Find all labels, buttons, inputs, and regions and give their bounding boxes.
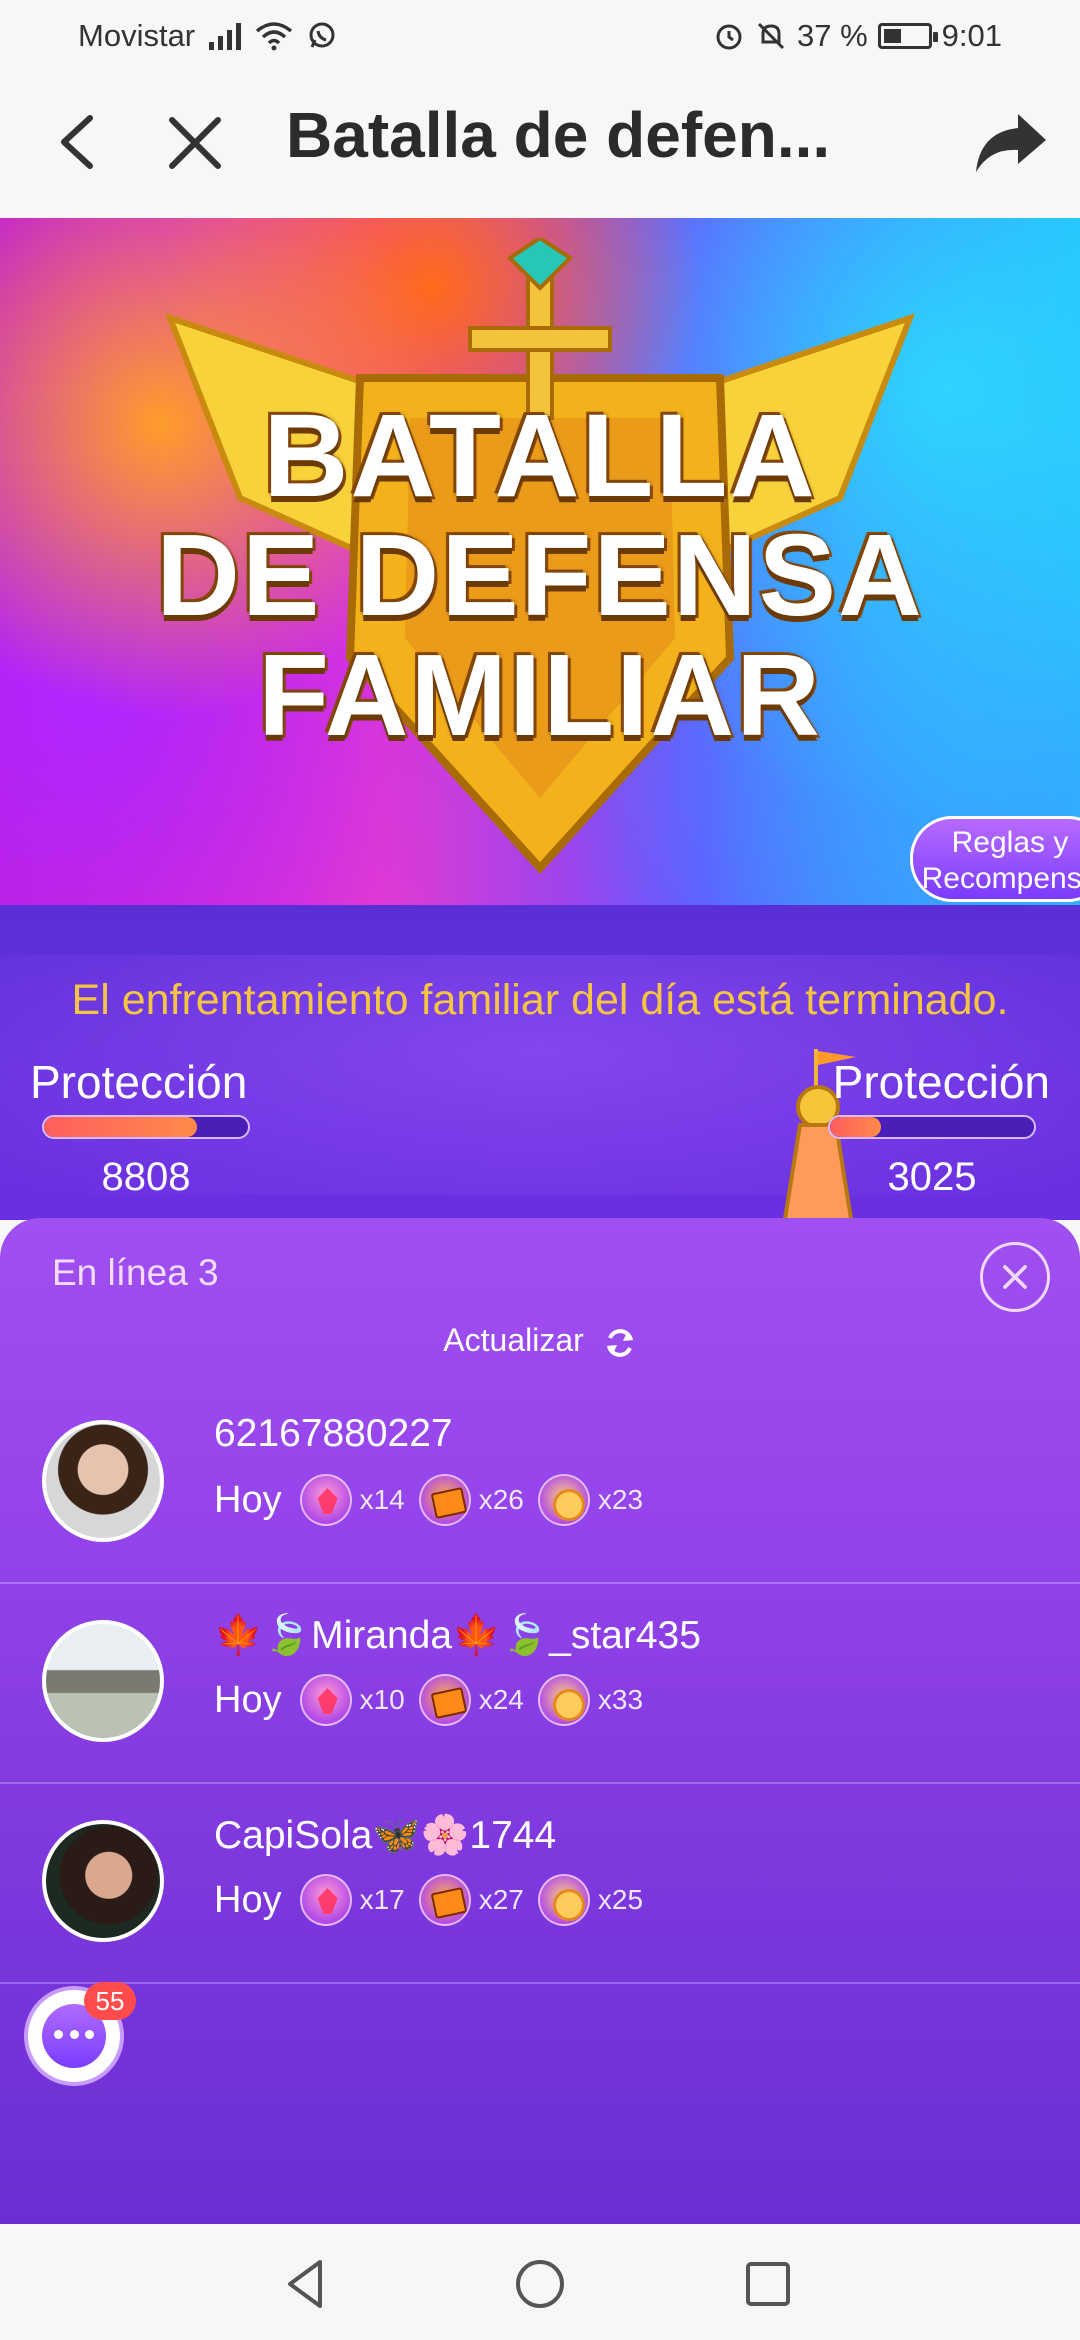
page-title: Batalla de defen... [286,99,831,171]
crystal-count: x17 [359,1884,405,1915]
avatar[interactable] [42,1620,164,1742]
banner-title-line2: DE DEFENSA [156,510,924,640]
crystal-count: x14 [359,1484,405,1515]
book-icon [418,1474,471,1526]
right-protection-label: Protección [832,1056,1050,1108]
book-count: x24 [478,1684,524,1715]
nav-recents-icon[interactable] [738,2254,798,2314]
user-row[interactable]: 62167880227 Hoy x14 x26 x23 [0,1386,1080,1584]
ball-icon [537,1674,590,1726]
system-nav-bar [0,2224,1080,2340]
rules-button-line1: Reglas y [951,826,1069,859]
battery-percent: 37 % [796,18,868,53]
ball-icon [537,1474,590,1526]
user-stats: Hoy x14 x26 x23 [214,1474,657,1526]
user-name: CapiSola🦋🌸1744 [214,1814,557,1857]
left-protection-score: 8808 [101,1155,191,1199]
clock: 9:01 [941,18,1002,53]
banner-title-line3: FAMILIAR [258,630,822,760]
alarm-icon [716,24,742,50]
signal-icon [209,22,242,50]
left-protection-label: Protección [30,1056,248,1108]
refresh-label: Actualizar [443,1322,584,1358]
nav-home-icon[interactable] [510,2254,570,2314]
status-bar: Movistar 37 % 9:01 [0,0,1080,72]
chat-unread-badge: 55 [84,1982,136,2020]
avatar[interactable] [42,1820,164,1942]
close-sheet-icon[interactable] [980,1242,1050,1312]
rules-rewards-button[interactable]: Reglas y Recompensa [910,816,1080,902]
book-icon [418,1674,471,1726]
crystal-icon [299,1874,352,1926]
banner-title-line1: BATALLA [263,390,817,522]
refresh-icon [606,1328,633,1357]
app-bar: Batalla de defen... [0,72,1080,218]
back-icon[interactable] [48,102,118,182]
nav-back-icon[interactable] [278,2254,338,2314]
right-protection-bar [828,1115,1036,1139]
user-row[interactable]: CapiSola🦋🌸1744 Hoy x17 x27 x25 [0,1786,1080,1984]
refresh-button[interactable]: Actualizar [0,1322,1080,1360]
user-name: 62167880227 [214,1412,453,1455]
user-day: Hoy [214,1878,282,1921]
user-stats: Hoy x17 x27 x25 [214,1874,657,1926]
online-users-sheet: En línea 3 Actualizar 62167880227 Hoy x1… [0,1218,1080,2224]
battery-icon [877,23,938,49]
wifi-icon [256,22,293,51]
user-stats: Hoy x10 x24 x33 [214,1674,657,1726]
crystal-count: x10 [359,1684,405,1715]
mute-icon [757,22,785,50]
close-icon[interactable] [160,102,230,182]
battle-status-message: El enfrentamiento familiar del día está … [71,976,1009,1024]
event-banner: BATALLA DE DEFENSA FAMILIAR [0,218,1080,905]
ball-count: x33 [597,1684,644,1715]
avatar[interactable] [42,1420,164,1542]
user-day: Hoy [214,1678,282,1721]
ball-icon [537,1874,590,1926]
battle-panel: El enfrentamiento familiar del día está … [0,905,1080,1220]
chat-dots-icon [54,2030,94,2040]
right-protection-score: 3025 [887,1155,977,1199]
whatsapp-icon [309,22,335,48]
crystal-icon [299,1474,352,1526]
rules-button-line2: Recompensa [921,862,1080,895]
user-row[interactable]: 🍁🍃Miranda🍁🍃_star435 Hoy x10 x24 x33 [0,1586,1080,1784]
carrier-label: Movistar [78,18,196,53]
book-count: x27 [478,1884,524,1915]
ball-count: x23 [597,1484,644,1515]
user-day: Hoy [214,1478,282,1521]
book-icon [418,1874,471,1926]
crystal-icon [299,1674,352,1726]
ball-count: x25 [597,1884,644,1915]
left-protection-bar [42,1115,250,1139]
book-count: x26 [478,1484,524,1515]
online-count-title: En línea 3 [52,1252,219,1293]
share-icon[interactable] [970,102,1050,182]
user-name: 🍁🍃Miranda🍁🍃_star435 [214,1614,701,1657]
